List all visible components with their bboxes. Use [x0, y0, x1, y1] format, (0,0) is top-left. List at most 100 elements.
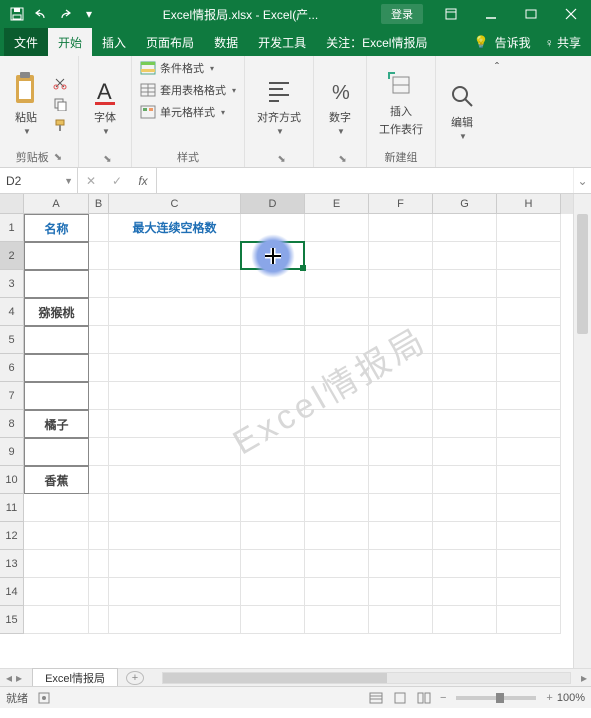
redo-button[interactable]	[54, 3, 76, 25]
cell-F10[interactable]	[369, 466, 433, 494]
row-header-10[interactable]: 10	[0, 466, 24, 494]
cell-E2[interactable]	[305, 242, 369, 270]
new-sheet-button[interactable]: +	[126, 671, 144, 685]
column-header-C[interactable]: C	[109, 194, 241, 214]
paste-button[interactable]: 粘贴 ▼	[8, 69, 44, 138]
cell-G6[interactable]	[433, 354, 497, 382]
cell-C3[interactable]	[109, 270, 241, 298]
scrollbar-thumb[interactable]	[577, 214, 588, 334]
cell-B9[interactable]	[89, 438, 109, 466]
sheet-nav-last[interactable]: ▸	[16, 671, 22, 685]
row-header-2[interactable]: 2	[0, 242, 24, 270]
close-button[interactable]	[551, 0, 591, 28]
cell-H4[interactable]	[497, 298, 561, 326]
cell-F13[interactable]	[369, 550, 433, 578]
row-header-1[interactable]: 1	[0, 214, 24, 242]
cell-G12[interactable]	[433, 522, 497, 550]
dialog-launcher-icon[interactable]: ⬊	[54, 152, 62, 163]
cell-F3[interactable]	[369, 270, 433, 298]
cell-H7[interactable]	[497, 382, 561, 410]
cell-F2[interactable]	[369, 242, 433, 270]
cell-A5[interactable]	[24, 326, 89, 354]
cell-E3[interactable]	[305, 270, 369, 298]
cell-A14[interactable]	[24, 578, 89, 606]
cell-G9[interactable]	[433, 438, 497, 466]
tellme-button[interactable]: 告诉我	[495, 34, 531, 51]
insert-row-button[interactable]: 插入 工作表行	[375, 69, 427, 139]
row-header-4[interactable]: 4	[0, 298, 24, 326]
cell-A13[interactable]	[24, 550, 89, 578]
cell-G1[interactable]	[433, 214, 497, 242]
cell-E15[interactable]	[305, 606, 369, 634]
cell-B15[interactable]	[89, 606, 109, 634]
expand-formula-bar[interactable]: ⌄	[573, 168, 591, 193]
cell-H13[interactable]	[497, 550, 561, 578]
row-header-14[interactable]: 14	[0, 578, 24, 606]
cell-E8[interactable]	[305, 410, 369, 438]
format-painter-button[interactable]	[50, 116, 70, 134]
cell-B8[interactable]	[89, 410, 109, 438]
cell-G4[interactable]	[433, 298, 497, 326]
cell-A12[interactable]	[24, 522, 89, 550]
cell-D8[interactable]	[241, 410, 305, 438]
column-header-A[interactable]: A	[24, 194, 89, 214]
cell-F5[interactable]	[369, 326, 433, 354]
sheet-tab[interactable]: Excel情报局	[32, 668, 118, 686]
font-dropdown[interactable]: A 字体 ▼	[87, 75, 123, 138]
cell-A1[interactable]: 名称	[24, 214, 89, 242]
share-button[interactable]: ♀ 共享	[545, 34, 581, 51]
cell-C10[interactable]	[109, 466, 241, 494]
cell-B11[interactable]	[89, 494, 109, 522]
formula-input[interactable]	[157, 168, 573, 193]
fx-button[interactable]: fx	[130, 174, 156, 188]
cell-G10[interactable]	[433, 466, 497, 494]
row-header-6[interactable]: 6	[0, 354, 24, 382]
cell-C12[interactable]	[109, 522, 241, 550]
cell-F12[interactable]	[369, 522, 433, 550]
zoom-thumb[interactable]	[496, 693, 504, 703]
cell-H14[interactable]	[497, 578, 561, 606]
cell-G13[interactable]	[433, 550, 497, 578]
cell-H1[interactable]	[497, 214, 561, 242]
cell-F6[interactable]	[369, 354, 433, 382]
cell-G2[interactable]	[433, 242, 497, 270]
cell-E12[interactable]	[305, 522, 369, 550]
undo-button[interactable]	[30, 3, 52, 25]
cell-C13[interactable]	[109, 550, 241, 578]
name-box[interactable]: D2 ▼	[0, 168, 78, 193]
cell-C15[interactable]	[109, 606, 241, 634]
zoom-level[interactable]: 100%	[557, 692, 585, 704]
row-header-12[interactable]: 12	[0, 522, 24, 550]
cell-B7[interactable]	[89, 382, 109, 410]
cell-H6[interactable]	[497, 354, 561, 382]
cell-D12[interactable]	[241, 522, 305, 550]
number-dropdown[interactable]: % 数字 ▼	[322, 75, 358, 138]
cell-A10[interactable]: 香蕉	[24, 466, 89, 494]
cell-D7[interactable]	[241, 382, 305, 410]
column-header-H[interactable]: H	[497, 194, 561, 214]
row-header-7[interactable]: 7	[0, 382, 24, 410]
cell-H5[interactable]	[497, 326, 561, 354]
tab-home[interactable]: 开始	[48, 28, 92, 56]
cell-F9[interactable]	[369, 438, 433, 466]
column-header-F[interactable]: F	[369, 194, 433, 214]
cell-E7[interactable]	[305, 382, 369, 410]
ribbon-options-button[interactable]	[431, 0, 471, 28]
tab-data[interactable]: 数据	[204, 28, 248, 56]
copy-button[interactable]	[50, 95, 70, 113]
cell-C4[interactable]	[109, 298, 241, 326]
cell-B4[interactable]	[89, 298, 109, 326]
cell-B3[interactable]	[89, 270, 109, 298]
dialog-launcher-icon[interactable]: ⬊	[103, 154, 111, 165]
cell-D10[interactable]	[241, 466, 305, 494]
cell-D4[interactable]	[241, 298, 305, 326]
cell-A3[interactable]	[24, 270, 89, 298]
cell-G11[interactable]	[433, 494, 497, 522]
row-header-9[interactable]: 9	[0, 438, 24, 466]
cell-B1[interactable]	[89, 214, 109, 242]
cell-A6[interactable]	[24, 354, 89, 382]
zoom-in-button[interactable]: +	[546, 692, 552, 704]
cell-F1[interactable]	[369, 214, 433, 242]
view-pagelayout-button[interactable]	[389, 689, 411, 707]
cell-D6[interactable]	[241, 354, 305, 382]
